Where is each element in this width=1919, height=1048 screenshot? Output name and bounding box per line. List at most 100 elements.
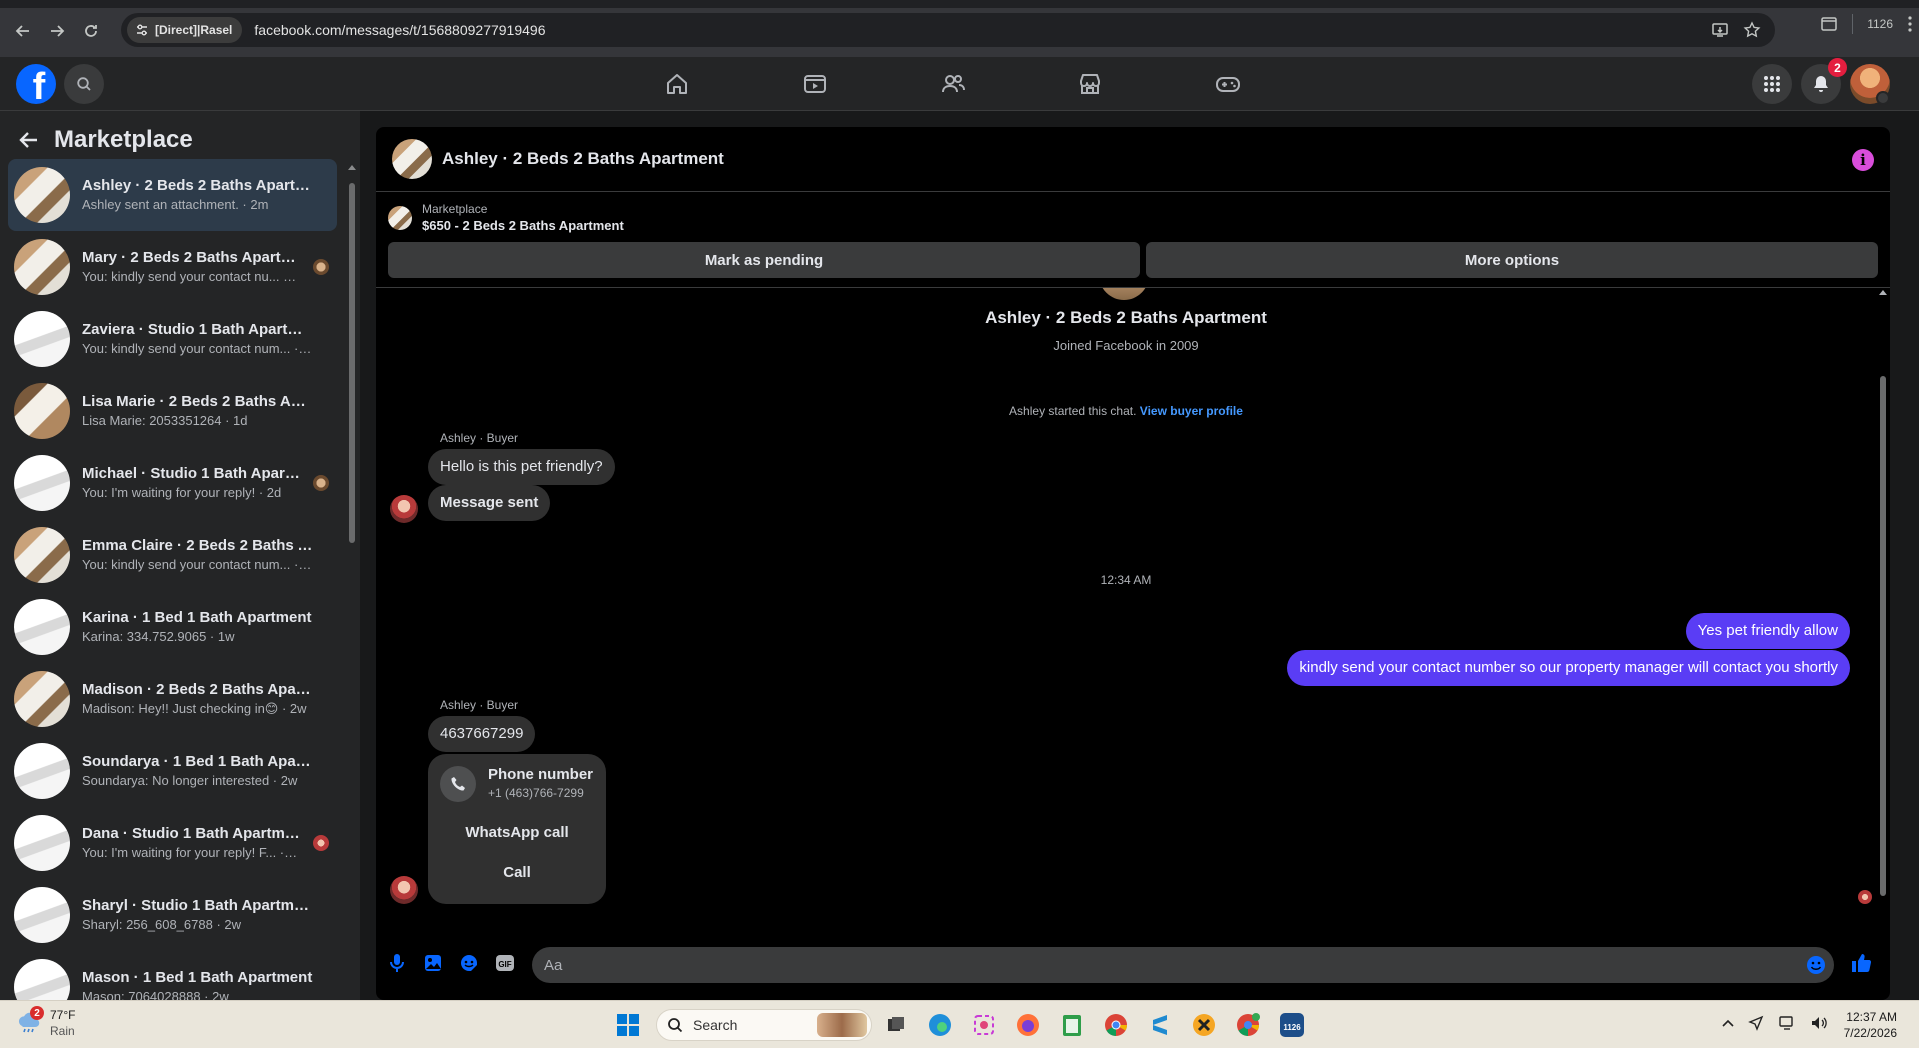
- thumbs-up-icon[interactable]: [1850, 952, 1872, 974]
- conversation-name: Michael · Studio 1 Bath Apartment: [82, 465, 300, 482]
- sender-avatar[interactable]: [390, 495, 418, 523]
- weather-widget[interactable]: 2 77°F Rain: [16, 1006, 75, 1039]
- incoming-message[interactable]: Message sent: [428, 485, 551, 521]
- conversation-preview: You: kindly send your contact num... · 1…: [82, 341, 314, 356]
- chat-scroll-thumb[interactable]: [1880, 376, 1886, 896]
- sticker-icon[interactable]: [458, 952, 480, 974]
- nav-video[interactable]: [759, 57, 871, 111]
- clock[interactable]: 12:37 AM 7/22/2026: [1844, 1009, 1897, 1041]
- sublime-icon[interactable]: [1146, 1011, 1174, 1039]
- emoji-icon[interactable]: [1806, 955, 1826, 975]
- photo-icon[interactable]: [422, 952, 444, 974]
- svg-text:GIF: GIF: [498, 960, 511, 969]
- omnibox[interactable]: [Direct]|Rasel facebook.com/messages/t/1…: [121, 13, 1775, 47]
- chrome-icon[interactable]: [1102, 1011, 1130, 1039]
- gaming-icon: [1216, 77, 1240, 92]
- conversation-name: Mary · 2 Beds 2 Baths Apartment: [82, 249, 300, 266]
- arrow-right-icon: [51, 25, 65, 37]
- conversation-item[interactable]: Madison · 2 Beds 2 Baths Apartment Madiso…: [8, 663, 337, 735]
- conversation-item[interactable]: Lisa Marie · 2 Beds 2 Baths Apartment Lis…: [8, 375, 337, 447]
- sidebar-scrollbar[interactable]: [348, 163, 356, 993]
- menu-button[interactable]: [1752, 64, 1792, 104]
- conversation-item[interactable]: Dana · Studio 1 Bath Apartment You: I'm w…: [8, 807, 337, 879]
- gif-icon[interactable]: GIF: [494, 952, 516, 974]
- conversation-item[interactable]: Karina · 1 Bed 1 Bath Apartment Karina: 3…: [8, 591, 337, 663]
- chat-title[interactable]: Ashley · 2 Beds 2 Baths Apartment: [442, 149, 724, 169]
- sidebar-scroll-thumb[interactable]: [349, 183, 355, 543]
- conversation-item[interactable]: Michael · Studio 1 Bath Apartment You: I'…: [8, 447, 337, 519]
- more-options-button[interactable]: More options: [1146, 242, 1878, 278]
- start-button[interactable]: [616, 1013, 640, 1037]
- kebab-menu-icon[interactable]: [1907, 15, 1913, 33]
- message-input[interactable]: Aa: [532, 947, 1834, 983]
- nav-friends[interactable]: [897, 57, 1009, 111]
- conversation-item[interactable]: Mason · 1 Bed 1 Bath Apartment Mason: 706…: [8, 951, 337, 1000]
- forward-button[interactable]: [40, 14, 74, 48]
- incoming-message[interactable]: 4637667299: [428, 716, 536, 752]
- conversation-item[interactable]: Sharyl · Studio 1 Bath Apartment Sharyl: …: [8, 879, 337, 951]
- listing-summary[interactable]: Marketplace $650 - 2 Beds 2 Baths Apartm…: [388, 201, 624, 235]
- chevron-up-icon[interactable]: [1722, 1018, 1734, 1028]
- conversation-item[interactable]: Ashley · 2 Beds 2 Baths Apartment Ashley …: [8, 159, 337, 231]
- bell-icon: [1814, 76, 1828, 92]
- clock-time: 12:37 AM: [1846, 1010, 1897, 1024]
- notifications-button[interactable]: 2: [1801, 58, 1847, 104]
- conversation-item[interactable]: Soundarya · 1 Bed 1 Bath Apartment Sounda…: [8, 735, 337, 807]
- sender-avatar[interactable]: [390, 876, 418, 904]
- extension-badge[interactable]: 1126: [1867, 17, 1893, 31]
- nav-home[interactable]: [621, 57, 733, 111]
- reload-button[interactable]: [74, 14, 108, 48]
- nav-marketplace[interactable]: [1034, 57, 1146, 111]
- conversation-item[interactable]: Emma Claire · 2 Beds 2 Baths Apartment Yo…: [8, 519, 337, 591]
- network-icon[interactable]: [1778, 1015, 1796, 1031]
- chat-avatar[interactable]: [392, 139, 432, 179]
- search-button[interactable]: [64, 64, 104, 104]
- arrow-left-icon: [15, 25, 29, 37]
- info-icon[interactable]: i: [1852, 149, 1874, 171]
- conversation-item[interactable]: Mary · 2 Beds 2 Baths Apartment You: kind…: [8, 231, 337, 303]
- outgoing-message[interactable]: Yes pet friendly allow: [1685, 613, 1850, 649]
- site-info-chip[interactable]: [Direct]|Rasel: [127, 17, 243, 43]
- task-view-icon[interactable]: [882, 1011, 910, 1039]
- listing-thumbnail: [14, 815, 70, 871]
- conversation-preview: Lisa Marie: 2053351264 · 1d: [82, 413, 248, 428]
- bookmark-star-icon[interactable]: [1743, 21, 1761, 39]
- incoming-message[interactable]: Hello is this pet friendly?: [428, 449, 615, 485]
- taskbar-search[interactable]: Search: [656, 1009, 872, 1041]
- call-button[interactable]: Call: [428, 864, 606, 881]
- conversation-preview: You: I'm waiting for your reply! F... · …: [82, 845, 300, 860]
- scroll-up-icon: [348, 165, 356, 170]
- back-button[interactable]: [6, 14, 40, 48]
- microphone-icon[interactable]: [386, 952, 408, 974]
- profile-avatar: [1099, 288, 1149, 300]
- snipping-tool-icon[interactable]: [970, 1011, 998, 1039]
- read-receipt-avatar: [313, 835, 329, 851]
- site-chip-label: [Direct]|Rasel: [155, 23, 233, 37]
- outgoing-message[interactable]: kindly send your contact number so our p…: [1287, 650, 1850, 686]
- whatsapp-call-button[interactable]: WhatsApp call: [428, 824, 606, 841]
- notepad-icon[interactable]: [1058, 1011, 1086, 1039]
- conversation-item[interactable]: Zaviera · Studio 1 Bath Apartment You: ki…: [8, 303, 337, 375]
- url-text[interactable]: facebook.com/messages/t/1568809277919496: [254, 22, 545, 38]
- volume-icon[interactable]: [1810, 1015, 1828, 1031]
- weather-icon: 2: [16, 1006, 44, 1036]
- chat-scrollbar[interactable]: [1878, 288, 1888, 928]
- conversation-name: Soundarya · 1 Bed 1 Bath Apartment: [82, 753, 314, 770]
- install-app-icon[interactable]: [1711, 21, 1729, 39]
- conversation-name: Sharyl · Studio 1 Bath Apartment: [82, 897, 314, 914]
- mark-as-pending-button[interactable]: Mark as pending: [388, 242, 1140, 278]
- nav-gaming[interactable]: [1172, 57, 1284, 111]
- chrome-profile-icon[interactable]: [1234, 1011, 1262, 1039]
- account-caret-icon[interactable]: [1876, 91, 1890, 105]
- tab-search-icon[interactable]: [1820, 15, 1838, 33]
- xampp-icon[interactable]: [1190, 1011, 1218, 1039]
- facebook-logo[interactable]: f: [16, 64, 56, 104]
- app-1126-icon[interactable]: 1126: [1278, 1011, 1306, 1039]
- view-buyer-profile-link[interactable]: View buyer profile: [1140, 404, 1243, 418]
- conversation-preview: Ashley sent an attachment. · 2m: [82, 197, 269, 212]
- listing-thumbnail: [14, 383, 70, 439]
- location-icon[interactable]: [1748, 1015, 1764, 1031]
- back-arrow-icon[interactable]: [18, 129, 40, 151]
- edge-icon[interactable]: [926, 1011, 954, 1039]
- firefox-icon[interactable]: [1014, 1011, 1042, 1039]
